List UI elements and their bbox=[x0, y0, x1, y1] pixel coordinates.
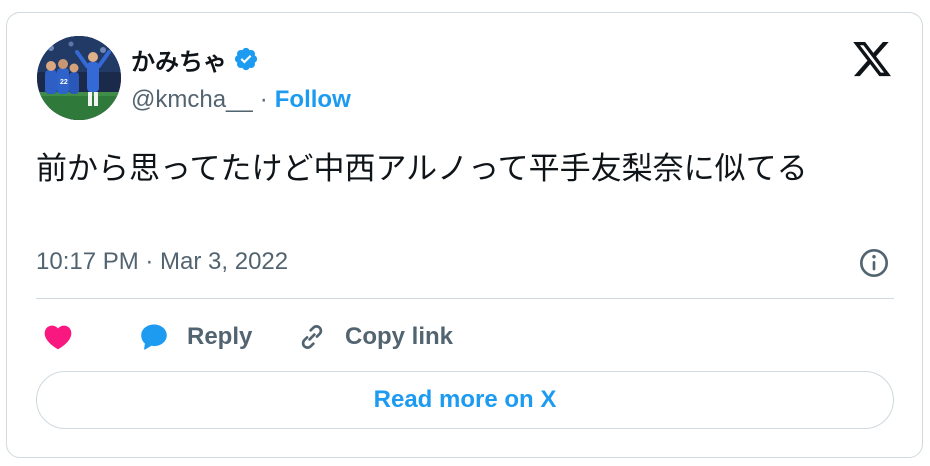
tweet-timestamp[interactable]: 10:17 PM · Mar 3, 2022 bbox=[36, 248, 288, 276]
read-more-button[interactable]: Read more on X bbox=[36, 371, 894, 429]
author-name[interactable]: かみちゃ bbox=[131, 42, 227, 77]
link-icon bbox=[301, 325, 323, 349]
reply-label: Reply bbox=[187, 323, 253, 350]
copy-link-button[interactable]: Copy link bbox=[295, 317, 453, 357]
reply-bubble-icon bbox=[141, 324, 167, 350]
avatar[interactable]: 22 bbox=[37, 36, 121, 120]
info-icon[interactable] bbox=[858, 247, 890, 279]
author-handle-row: @kmcha__ · Follow bbox=[131, 86, 351, 114]
author-handle[interactable]: @kmcha__ bbox=[131, 86, 253, 114]
tweet-text: 前から思ってたけど中西アルノって平手友梨奈に似てる bbox=[36, 151, 808, 187]
reply-button[interactable]: Reply bbox=[137, 317, 252, 357]
copy-link-label: Copy link bbox=[345, 323, 454, 350]
svg-text:22: 22 bbox=[60, 79, 68, 86]
tweet-embed-card: 22 かみちゃ @kmcha__ · Follow 前から思ってたけど中西アルノ… bbox=[6, 12, 923, 458]
like-button[interactable] bbox=[41, 317, 75, 357]
x-logo-icon[interactable] bbox=[849, 38, 895, 80]
follow-button[interactable]: Follow bbox=[275, 86, 351, 114]
separator-dot: · bbox=[259, 86, 268, 113]
divider bbox=[36, 298, 894, 299]
avatar-photo: 22 bbox=[37, 36, 121, 120]
verified-badge-icon bbox=[234, 47, 258, 71]
author-name-row[interactable]: かみちゃ bbox=[131, 42, 259, 77]
heart-icon bbox=[44, 325, 72, 350]
